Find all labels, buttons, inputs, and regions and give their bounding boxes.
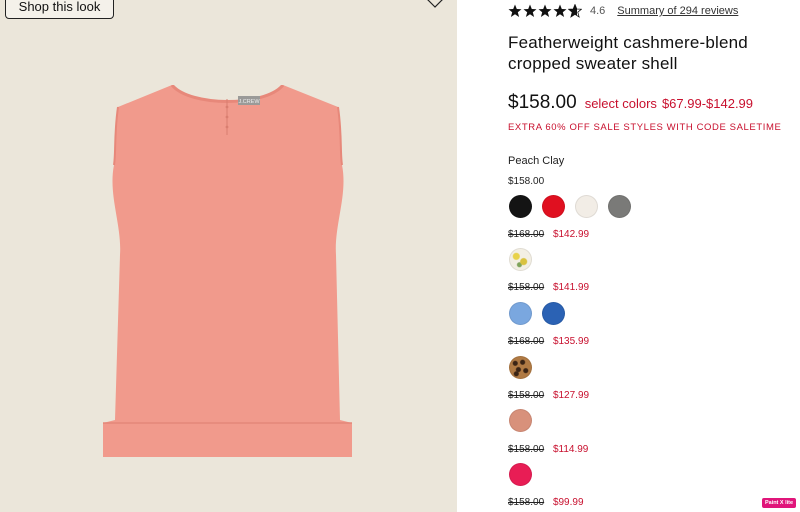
swatch-row: [509, 248, 532, 271]
swatch-row: [509, 409, 532, 432]
heart-icon[interactable]: [426, 0, 444, 8]
product-title: Featherweight cashmere-blend cropped swe…: [508, 33, 748, 73]
original-price: $158.00: [508, 497, 545, 508]
color-group-price: $158.00 $127.99: [508, 390, 589, 401]
product-image-panel: Shop this look J.CREW: [0, 0, 457, 512]
original-price: $168.00: [508, 229, 545, 240]
swatch-row: [509, 356, 532, 379]
color-swatch-leopard[interactable]: [509, 356, 532, 379]
color-swatch-floral[interactable]: [509, 248, 532, 271]
rating-row: 4.6 Summary of 294 reviews: [508, 2, 738, 20]
paint-x-lite-badge: Paint X lite: [762, 498, 796, 508]
select-colors-label: select colors: [584, 96, 657, 111]
swatch-row: [509, 302, 565, 325]
color-group-price: $158.00 $99.99: [508, 497, 584, 508]
sale-price: $135.99: [552, 336, 590, 347]
color-group-price: $158.00: [508, 176, 544, 187]
shop-this-look-button[interactable]: Shop this look: [5, 0, 114, 19]
color-swatch-pink[interactable]: [509, 463, 532, 486]
rating-value: 4.6: [590, 5, 606, 17]
reviews-summary-link[interactable]: Summary of 294 reviews: [617, 5, 738, 17]
color-swatch-blue[interactable]: [542, 302, 565, 325]
color-swatch-light-blue[interactable]: [509, 302, 532, 325]
sale-price: $141.99: [552, 282, 590, 293]
regular-price: $158.00: [508, 176, 545, 187]
star-icon: [553, 4, 567, 17]
original-price: $158.00: [508, 282, 545, 293]
color-group-price: $158.00 $114.99: [508, 444, 588, 455]
color-swatch-gray[interactable]: [608, 195, 631, 218]
color-group-price: $158.00 $141.99: [508, 282, 589, 293]
sale-price: $114.99: [552, 444, 589, 455]
product-image[interactable]: J.CREW: [90, 85, 365, 460]
color-swatch-black[interactable]: [509, 195, 532, 218]
product-price: $158.00: [508, 92, 577, 113]
color-swatch-peach-clay[interactable]: [509, 409, 532, 432]
original-price: $158.00: [508, 444, 545, 455]
selected-color-name: Peach Clay: [508, 155, 565, 167]
star-half-icon: [568, 4, 582, 18]
color-group-price: $168.00 $142.99: [508, 229, 589, 240]
original-price: $168.00: [508, 336, 545, 347]
color-swatch-ivory[interactable]: [575, 195, 598, 218]
price-row: $158.00 select colors $67.99-$142.99: [508, 92, 753, 114]
star-icon: [523, 4, 537, 17]
color-group-price: $168.00 $135.99: [508, 336, 589, 347]
product-details-panel: 4.6 Summary of 294 reviews Featherweight…: [457, 0, 800, 512]
brand-tag: J.CREW: [238, 99, 260, 105]
star-icon: [538, 4, 552, 17]
sale-price-range: $67.99-$142.99: [661, 96, 754, 111]
star-rating: [508, 4, 582, 18]
swatch-row: [509, 463, 532, 486]
sale-price: $99.99: [552, 497, 584, 508]
promo-message: EXTRA 60% OFF SALE STYLES WITH CODE SALE…: [508, 122, 782, 133]
color-swatch-red[interactable]: [542, 195, 565, 218]
original-price: $158.00: [508, 390, 545, 401]
swatch-row: [509, 195, 631, 218]
sale-price: $127.99: [552, 390, 590, 401]
star-icon: [508, 4, 522, 17]
sale-price: $142.99: [552, 229, 590, 240]
